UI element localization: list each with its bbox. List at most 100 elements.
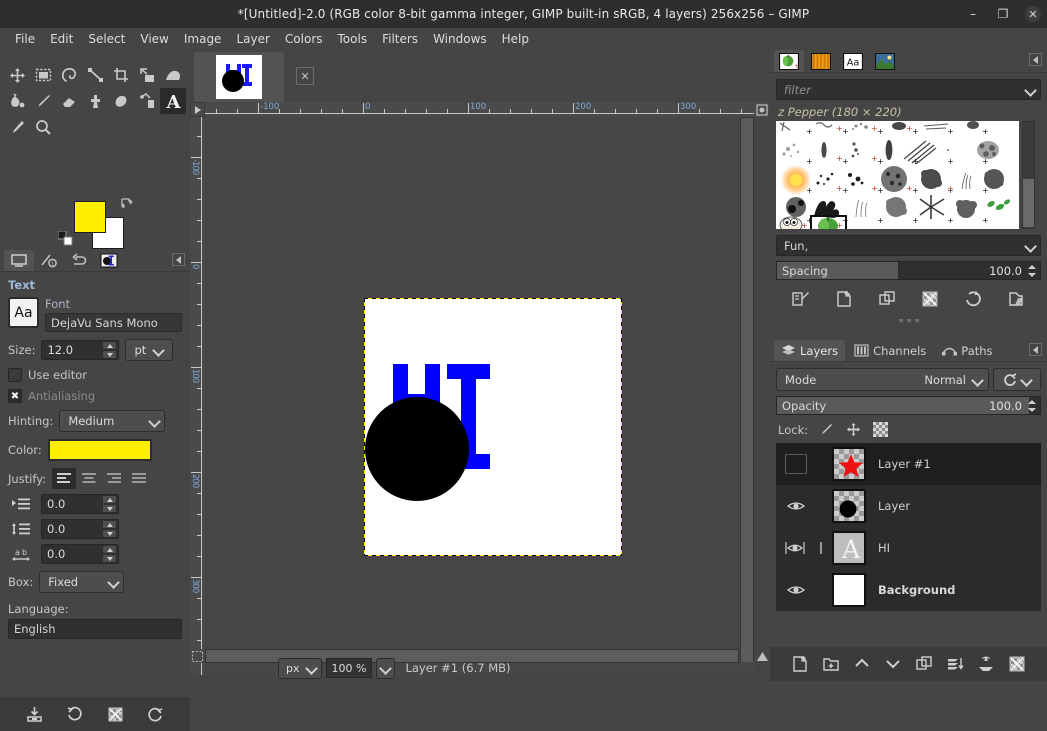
duplicate-layer-icon[interactable] — [913, 653, 935, 675]
transform-tool-icon[interactable] — [134, 62, 160, 88]
indent-spinner[interactable]: 0.0 — [41, 494, 119, 514]
tab-brushes[interactable]: + — [774, 50, 804, 72]
opacity-slider[interactable]: Opacity 100.0 — [776, 396, 1041, 415]
duplicate-brush-icon[interactable] — [876, 288, 898, 310]
layer-visibility-toggle[interactable] — [782, 454, 810, 474]
menu-image[interactable]: Image — [177, 30, 229, 48]
box-combo[interactable]: Fixed — [39, 571, 125, 593]
brush-filter-input[interactable]: filter — [776, 79, 1041, 100]
tab-patterns[interactable] — [806, 50, 836, 72]
new-layer-icon[interactable] — [789, 653, 811, 675]
menu-file[interactable]: File — [8, 30, 42, 48]
zoom-dropdown-button[interactable] — [376, 657, 396, 679]
justify-right-button[interactable] — [102, 468, 126, 489]
layer-list[interactable]: Layer #1 Layer A HI Background — [776, 443, 1041, 611]
maximize-icon[interactable]: ❐ — [995, 6, 1011, 22]
antialiasing-checkbox[interactable]: ✖ — [8, 389, 22, 403]
indent-input[interactable]: 0.0 — [42, 497, 102, 511]
line-spacing-spinner[interactable]: 0.0 — [41, 519, 119, 539]
tab-document-history[interactable] — [870, 50, 900, 72]
brush-grid-scrollbar-thumb[interactable] — [1023, 179, 1034, 227]
brush-grid[interactable]: + + + + + + + + + + + + + + + + + + + + + + + + + + + + + + + + + … — [776, 121, 1019, 229]
layer-link-toggle[interactable] — [810, 541, 832, 555]
mode-revert-button[interactable] — [993, 368, 1041, 391]
justify-left-button[interactable] — [52, 468, 77, 489]
spacing-stepper[interactable] — [1026, 263, 1038, 278]
smudge-tool-icon[interactable] — [108, 88, 134, 114]
font-input[interactable]: DejaVu Sans Mono — [45, 313, 182, 332]
letter-spacing-stepper[interactable] — [102, 545, 117, 563]
indent-decrease-icon[interactable] — [102, 504, 117, 513]
table-row[interactable]: Background — [776, 569, 1041, 611]
minimize-icon[interactable]: – — [965, 6, 981, 22]
vertical-ruler[interactable]: -100 0 100 200 300 — [190, 117, 205, 675]
menu-windows[interactable]: Windows — [426, 30, 494, 48]
opacity-stepper[interactable] — [1026, 398, 1038, 413]
menu-edit[interactable]: Edit — [43, 30, 80, 48]
image-tab[interactable] — [194, 52, 284, 102]
eraser-tool-icon[interactable] — [56, 88, 82, 114]
dock-resize-grip[interactable] — [770, 316, 1047, 324]
crop-tool-icon[interactable] — [108, 62, 134, 88]
measure-tool-icon[interactable] — [134, 88, 160, 114]
clone-tool-icon[interactable] — [82, 88, 108, 114]
letter-spacing-spinner[interactable]: 0.0 — [41, 544, 119, 564]
tab-layers[interactable]: Layers — [774, 340, 846, 361]
menu-help[interactable]: Help — [495, 30, 536, 48]
layers-menu-icon[interactable] — [1029, 343, 1042, 356]
menu-view[interactable]: View — [133, 30, 175, 48]
table-row[interactable]: Layer — [776, 485, 1041, 527]
menu-select[interactable]: Select — [81, 30, 132, 48]
restore-tool-preset-icon[interactable] — [64, 703, 86, 725]
size-stepper[interactable] — [102, 341, 118, 359]
chevron-down-icon[interactable] — [1026, 85, 1036, 95]
tab-tool-options[interactable] — [4, 250, 34, 271]
blend-mode-combo[interactable]: Mode Normal — [776, 368, 989, 391]
canvas-vertical-scrollbar[interactable] — [740, 117, 754, 662]
layer-visibility-toggle[interactable] — [782, 500, 810, 512]
menu-colors[interactable]: Colors — [278, 30, 330, 48]
menu-filters[interactable]: Filters — [375, 30, 425, 48]
line-spacing-decrease-icon[interactable] — [102, 529, 117, 538]
justify-fill-button[interactable] — [127, 468, 151, 489]
unit-combo[interactable]: px — [278, 657, 322, 679]
zoom-input[interactable]: 100 % — [325, 658, 373, 678]
lock-position-icon[interactable] — [845, 421, 862, 438]
line-spacing-input[interactable]: 0.0 — [42, 522, 102, 536]
default-colors-icon[interactable] — [57, 230, 74, 247]
new-brush-icon[interactable] — [833, 288, 855, 310]
delete-layer-icon[interactable] — [1006, 653, 1028, 675]
justify-center-button[interactable] — [77, 468, 101, 489]
spacing-slider[interactable]: Spacing 100.0 — [776, 261, 1041, 280]
lower-layer-icon[interactable] — [882, 653, 904, 675]
free-select-tool-icon[interactable] — [56, 62, 82, 88]
canvas-vertical-scrollbar-thumb[interactable] — [741, 118, 753, 662]
image-canvas[interactable] — [365, 299, 621, 555]
font-picker-button[interactable]: Aa — [8, 297, 39, 328]
bucket-fill-tool-icon[interactable] — [4, 88, 30, 114]
letter-spacing-input[interactable]: 0.0 — [42, 547, 102, 561]
size-decrease-icon[interactable] — [102, 350, 118, 359]
delete-brush-icon[interactable] — [919, 288, 941, 310]
line-spacing-stepper[interactable] — [102, 520, 117, 538]
anchor-layer-icon[interactable] — [944, 653, 966, 675]
menu-layer[interactable]: Layer — [229, 30, 276, 48]
foreground-color-swatch[interactable] — [74, 201, 106, 233]
brush-grid-scrollbar[interactable] — [1022, 121, 1035, 229]
paintbrush-tool-icon[interactable] — [30, 88, 56, 114]
delete-tool-preset-icon[interactable] — [104, 703, 126, 725]
raise-layer-icon[interactable] — [851, 653, 873, 675]
table-row[interactable]: Layer #1 — [776, 443, 1041, 485]
line-spacing-increase-icon[interactable] — [102, 520, 117, 529]
horizontal-ruler[interactable]: -100 0 100 200 300 — [205, 102, 755, 117]
merge-down-icon[interactable] — [975, 653, 997, 675]
tab-undo-history[interactable] — [64, 250, 94, 271]
image-canvas-viewport[interactable] — [205, 117, 755, 675]
swap-colors-icon[interactable] — [120, 197, 134, 211]
navigation-preview-icon[interactable] — [754, 102, 769, 117]
edit-brush-icon[interactable] — [790, 288, 812, 310]
text-color-swatch[interactable] — [47, 439, 152, 461]
size-increase-icon[interactable] — [102, 341, 118, 350]
close-icon[interactable]: ✕ — [1025, 6, 1041, 22]
size-input[interactable]: 12.0 — [42, 343, 102, 357]
